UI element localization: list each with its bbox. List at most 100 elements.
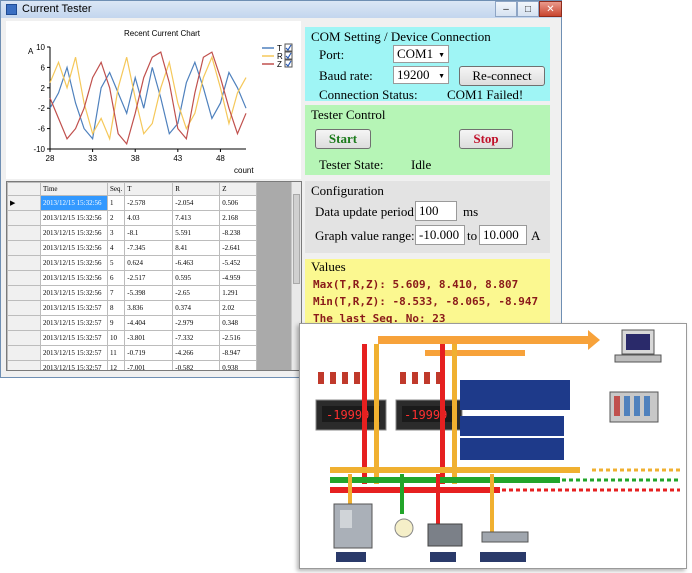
row-header[interactable] (7, 255, 41, 271)
table-cell[interactable]: 0.506 (219, 195, 258, 211)
table-cell[interactable]: 5.591 (172, 225, 221, 241)
table-cell[interactable]: 2013/12/15 15:32:57 (40, 345, 108, 361)
table-cell[interactable]: -0.719 (124, 345, 174, 361)
table-cell[interactable]: -2.054 (172, 195, 221, 211)
table-row[interactable]: 2013/12/15 15:32:56 3 -8.1 5.591 -8.238 (7, 225, 258, 241)
table-cell[interactable]: -8.1 (124, 225, 174, 241)
maximize-button[interactable]: □ (517, 1, 539, 17)
update-period-input[interactable]: 100 (415, 201, 457, 221)
table-cell[interactable]: 7.413 (172, 210, 221, 226)
table-cell[interactable]: -2.65 (172, 285, 221, 301)
table-cell[interactable]: 2.02 (219, 300, 258, 316)
table-cell[interactable]: 2013/12/15 15:32:56 (40, 195, 108, 211)
table-cell[interactable]: 1.291 (219, 285, 258, 301)
table-cell[interactable]: 0.595 (172, 270, 221, 286)
table-cell[interactable]: -4.404 (124, 315, 174, 331)
row-header[interactable]: ▶ (7, 195, 41, 211)
table-cell[interactable]: -0.582 (172, 360, 221, 370)
table-row[interactable]: 2013/12/15 15:32:57 9 -4.404 -2.979 0.348 (7, 315, 258, 331)
table-cell[interactable]: 4.03 (124, 210, 174, 226)
column-header[interactable]: R (172, 182, 221, 196)
table-cell[interactable]: 2013/12/15 15:32:56 (40, 255, 108, 271)
table-cell[interactable]: -2.979 (172, 315, 221, 331)
table-cell[interactable]: 3.836 (124, 300, 174, 316)
row-header[interactable] (7, 225, 41, 241)
minimize-button[interactable]: – (495, 1, 517, 17)
table-row[interactable]: 2013/12/15 15:32:56 2 4.03 7.413 2.168 (7, 210, 258, 226)
table-row[interactable]: 2013/12/15 15:32:57 12 -7.001 -0.582 0.938 (7, 360, 258, 370)
table-cell[interactable]: -7.332 (172, 330, 221, 346)
table-cell[interactable]: 6 (106, 270, 126, 286)
table-cell[interactable]: 2013/12/15 15:32:56 (40, 270, 108, 286)
title-bar[interactable]: Current Tester – □ ✕ (1, 1, 562, 18)
table-cell[interactable]: 0.374 (172, 300, 221, 316)
table-cell[interactable]: 2013/12/15 15:32:57 (40, 300, 108, 316)
table-cell[interactable]: 9 (106, 315, 126, 331)
range-min-input[interactable]: -10.000 (415, 225, 465, 245)
table-cell[interactable]: 8.41 (172, 240, 221, 256)
column-header[interactable]: Z (219, 182, 258, 196)
range-max-input[interactable]: 10.000 (479, 225, 527, 245)
table-cell[interactable]: 2013/12/15 15:32:57 (40, 330, 108, 346)
table-cell[interactable]: -5.398 (124, 285, 174, 301)
reconnect-button[interactable]: Re-connect (459, 66, 545, 86)
row-header[interactable] (7, 285, 41, 301)
table-cell[interactable]: 11 (106, 345, 126, 361)
table-row[interactable]: 2013/12/15 15:32:57 11 -0.719 -4.266 -8.947 (7, 345, 258, 361)
data-grid[interactable]: Time Seq. T R Z ▶ 2013/12/15 15:32:56 1 -2.578-… (6, 181, 302, 371)
port-select[interactable]: COM1 ▼ (393, 45, 449, 63)
table-row[interactable]: 2013/12/15 15:32:56 6 -2.517 0.595 -4.959 (7, 270, 258, 286)
row-header[interactable] (7, 315, 41, 331)
row-header[interactable] (7, 360, 41, 370)
row-header[interactable] (7, 270, 41, 286)
table-cell[interactable]: 0.938 (219, 360, 258, 370)
table-cell[interactable]: 1 (106, 195, 126, 211)
table-cell[interactable]: 5 (106, 255, 126, 271)
table-cell[interactable]: 0.348 (219, 315, 258, 331)
table-cell[interactable]: 8 (106, 300, 126, 316)
table-cell[interactable]: 2013/12/15 15:32:57 (40, 360, 108, 370)
table-row[interactable]: 2013/12/15 15:32:56 5 0.624 -6.463 -5.452 (7, 255, 258, 271)
table-cell[interactable]: -7.001 (124, 360, 174, 370)
table-cell[interactable]: 0.624 (124, 255, 174, 271)
baud-rate-select[interactable]: 19200 ▼ (393, 66, 449, 84)
table-row[interactable]: 2013/12/15 15:32:57 8 3.836 0.374 2.02 (7, 300, 258, 316)
row-header[interactable] (7, 330, 41, 346)
row-header[interactable] (7, 300, 41, 316)
table-row[interactable]: ▶ 2013/12/15 15:32:56 1 -2.578 -2.054 0.506 (7, 195, 258, 211)
table-cell[interactable]: 2.168 (219, 210, 258, 226)
table-cell[interactable]: -2.516 (219, 330, 258, 346)
table-cell[interactable]: 3 (106, 225, 126, 241)
table-cell[interactable]: 4 (106, 240, 126, 256)
table-cell[interactable]: 2013/12/15 15:32:57 (40, 315, 108, 331)
table-cell[interactable]: -8.238 (219, 225, 258, 241)
table-cell[interactable]: -2.641 (219, 240, 258, 256)
column-header[interactable]: T (124, 182, 174, 196)
column-header[interactable]: Time (40, 182, 108, 196)
row-header[interactable] (7, 240, 41, 256)
table-cell[interactable]: 10 (106, 330, 126, 346)
table-cell[interactable]: -2.578 (124, 195, 174, 211)
table-cell[interactable]: -4.266 (172, 345, 221, 361)
column-header[interactable]: Seq. (106, 182, 126, 196)
table-row[interactable]: 2013/12/15 15:32:56 7 -5.398 -2.65 1.291 (7, 285, 258, 301)
table-cell[interactable]: 2013/12/15 15:32:56 (40, 240, 108, 256)
scrollbar-thumb[interactable] (293, 194, 300, 284)
table-cell[interactable]: -2.517 (124, 270, 174, 286)
row-header[interactable] (7, 210, 41, 226)
start-button[interactable]: Start (315, 129, 371, 149)
close-button[interactable]: ✕ (539, 1, 562, 17)
table-row[interactable]: 2013/12/15 15:32:56 4 -7.345 8.41 -2.641 (7, 240, 258, 256)
table-cell[interactable]: 2013/12/15 15:32:56 (40, 225, 108, 241)
table-cell[interactable]: -4.959 (219, 270, 258, 286)
row-header[interactable] (7, 345, 41, 361)
table-row[interactable]: 2013/12/15 15:32:57 10 -3.801 -7.332 -2.516 (7, 330, 258, 346)
table-cell[interactable]: 2 (106, 210, 126, 226)
table-cell[interactable]: 12 (106, 360, 126, 370)
table-cell[interactable]: -7.345 (124, 240, 174, 256)
table-cell[interactable]: -5.452 (219, 255, 258, 271)
table-cell[interactable]: -6.463 (172, 255, 221, 271)
table-cell[interactable]: -8.947 (219, 345, 258, 361)
table-cell[interactable]: 2013/12/15 15:32:56 (40, 285, 108, 301)
table-cell[interactable]: 7 (106, 285, 126, 301)
